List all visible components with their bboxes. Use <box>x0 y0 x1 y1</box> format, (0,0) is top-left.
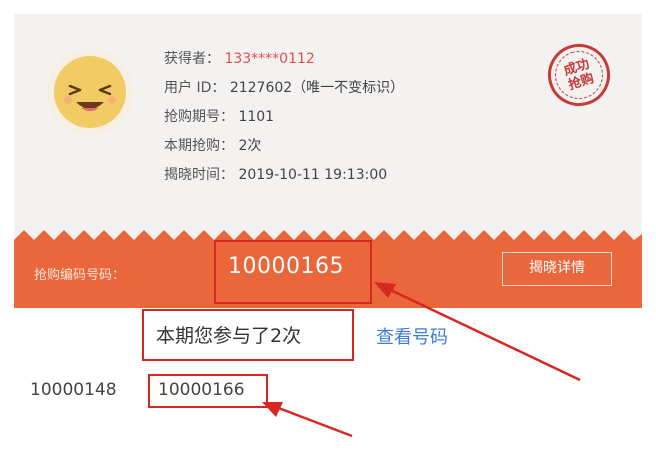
purchase-result-page: 获得者： 133****0112 用户 ID： 2127602（唯一不变标识） … <box>0 0 656 459</box>
red-arrow-icon <box>262 282 581 438</box>
